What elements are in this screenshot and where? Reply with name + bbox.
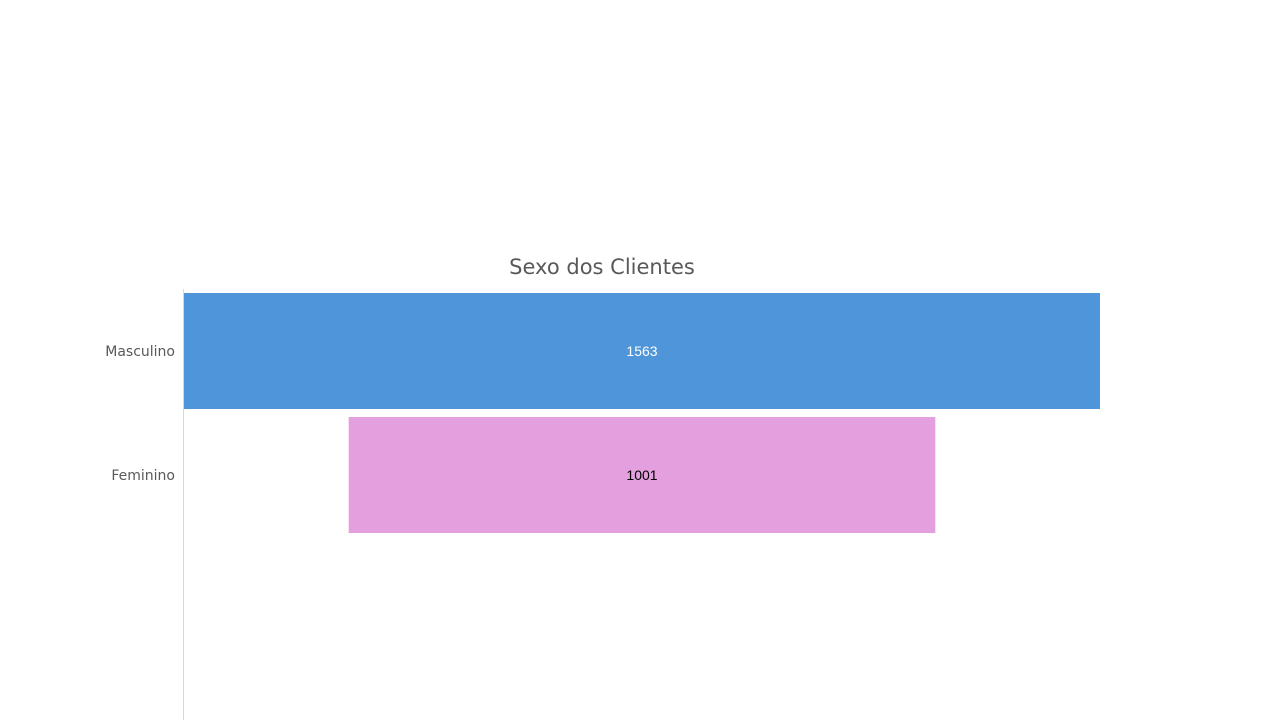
data-label-feminino: 1001 xyxy=(626,467,657,483)
chart-canvas: Sexo dos Clientes 1563 Masculino 1001 Femin… xyxy=(105,255,1100,720)
category-label-masculino: Masculino xyxy=(105,344,175,360)
chart-title: Sexo dos Clientes xyxy=(509,255,695,279)
data-label-masculino: 1563 xyxy=(626,343,657,359)
funnel-chart: Sexo dos Clientes 1563 Masculino 1001 Femin… xyxy=(0,0,1280,720)
bars-layer: 1563 Masculino 1001 Feminino xyxy=(105,293,1100,533)
category-label-feminino: Feminino xyxy=(111,468,175,484)
